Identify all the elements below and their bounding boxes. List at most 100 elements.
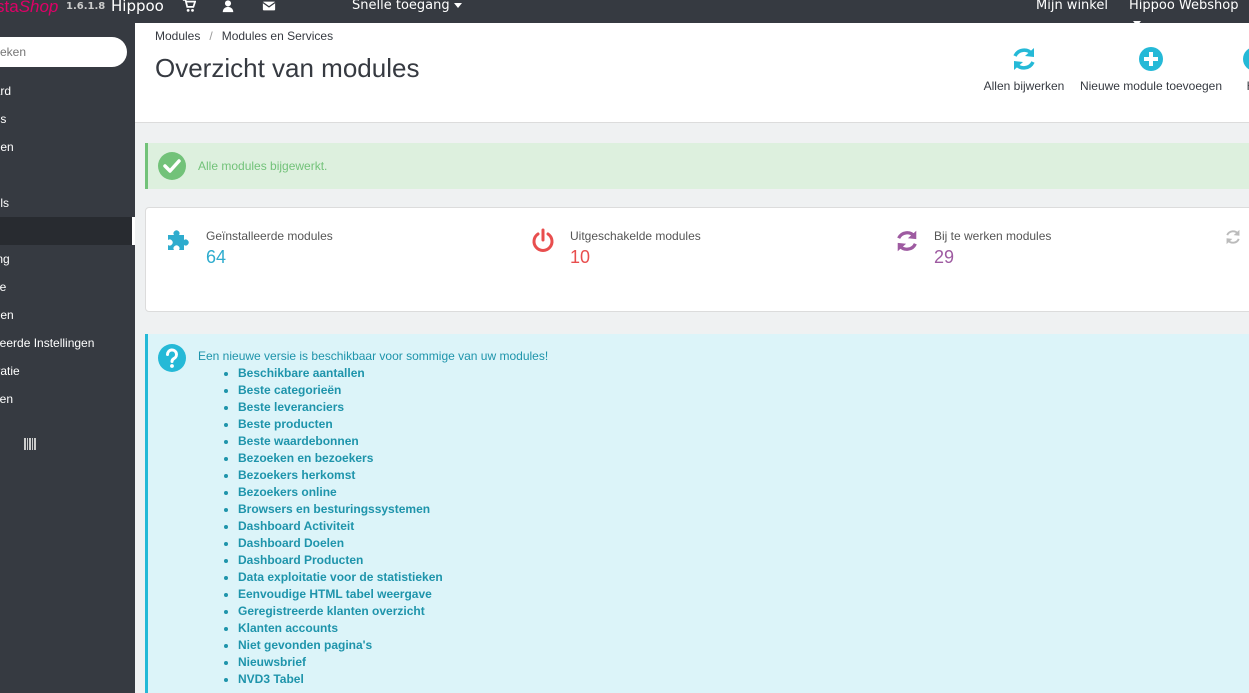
sidebar-item-administratie[interactable]: stratie [0, 357, 135, 385]
module-link[interactable]: Bezoekers herkomst [238, 468, 355, 482]
sidebar-item-label: gus [0, 112, 7, 126]
module-link[interactable]: Eenvoudige HTML tabel weergave [238, 587, 432, 601]
cart-icon[interactable] [182, 0, 198, 15]
list-item: Data exploitatie voor de statistieken [238, 569, 443, 586]
refresh-all-button[interactable]: Allen bijwerken [974, 45, 1074, 93]
list-item: Bezoekers online [238, 484, 443, 501]
sidebar-item-klanten[interactable]: n [0, 161, 135, 189]
kpi-panel: Geïnstalleerde modules 64 Uitgeschakelde… [145, 207, 1249, 312]
module-link[interactable]: Browsers en besturingssystemen [238, 502, 430, 516]
sidebar-item-dashboard[interactable]: oard [0, 77, 135, 105]
logo-text-part2: Shop [18, 0, 59, 16]
kpi-value: 29 [934, 247, 955, 267]
question-circle-icon [158, 344, 186, 372]
list-item: Dashboard Producten [238, 552, 443, 569]
module-link[interactable]: Dashboard Doelen [238, 536, 344, 550]
help-icon [1243, 48, 1249, 70]
module-link[interactable]: Beste categorieën [238, 383, 341, 397]
success-alert-text: Alle modules bijgewerkt. [198, 159, 328, 173]
sidebar-item-lokalisatie[interactable]: atie [0, 273, 135, 301]
quick-access-label: Snelle toegang [352, 0, 450, 13]
sidebar-item-instellingen[interactable]: ngen [0, 301, 135, 329]
sidebar-item-label: oard [0, 84, 12, 98]
sidebar-item-modules[interactable]: es [0, 217, 135, 245]
sidebar-item-label: ngen [0, 140, 14, 154]
sidebar-item-label: gels [0, 196, 10, 210]
page-header: Modules / Modules en Services Overzicht va… [135, 23, 1249, 123]
sidebar-item-label: nceerde Instellingen [0, 336, 95, 350]
sidebar-item-verzending[interactable]: ding [0, 245, 135, 273]
list-item: Beste categorieën [238, 382, 443, 399]
my-store-link[interactable]: Mijn winkel [1036, 0, 1108, 15]
module-link[interactable]: Dashboard Producten [238, 553, 363, 567]
sidebar-item-label: stratie [0, 364, 20, 378]
list-item: Beste producten [238, 416, 443, 433]
kpi-value: 64 [206, 247, 227, 267]
add-module-label: Nieuwe module toevoegen [1079, 79, 1223, 93]
refresh-all-label: Allen bijwerken [983, 79, 1065, 93]
breadcrumb-separator: / [209, 29, 213, 43]
list-item: Nieuwsbrief [238, 654, 443, 671]
prestashop-logo[interactable]: staShop [0, 0, 58, 17]
add-module-button[interactable]: Nieuwe module toevoegen [1075, 45, 1227, 93]
modules-to-update-list: Beschikbare aantallen Beste categorieën Be… [220, 365, 443, 688]
list-item: Bezoeken en bezoekers [238, 450, 443, 467]
kpi-label: Geïnstalleerde modules [206, 229, 333, 243]
shop-name[interactable]: Hippoo [111, 0, 164, 16]
collapse-menu-icon[interactable] [24, 438, 38, 452]
help-button[interactable]: H [1241, 45, 1249, 93]
quick-access-dropdown[interactable]: Snelle toegang [352, 0, 462, 15]
sidebar-search-input[interactable] [0, 37, 127, 67]
list-item: Klanten accounts [238, 620, 443, 637]
sidebar-menu: oard gus ngen n gels es ding atie ngen n… [0, 77, 135, 413]
module-link[interactable]: Niet gevonden pagina's [238, 638, 372, 652]
sidebar-item-geavanceerde-instellingen[interactable]: nceerde Instellingen [0, 329, 135, 357]
check-circle-icon [158, 152, 186, 180]
module-link[interactable]: NVD3 Tabel [238, 672, 304, 686]
list-item: Browsers en besturingssystemen [238, 501, 443, 518]
top-header: staShop 1.6.1.8 Hippoo Snelle toegang Mi… [0, 0, 1249, 26]
sidebar-item-label: ding [0, 252, 10, 266]
kpi-value: 10 [570, 247, 591, 267]
sidebar-item-prijsregels[interactable]: gels [0, 189, 135, 217]
module-link[interactable]: Nieuwsbrief [238, 655, 306, 669]
sidebar-item-bestellingen[interactable]: ngen [0, 133, 135, 161]
breadcrumb-item[interactable]: Modules en Services [222, 29, 333, 43]
module-link[interactable]: Geregistreerde klanten overzicht [238, 604, 425, 618]
module-link[interactable]: Beste producten [238, 417, 333, 431]
module-link[interactable]: Beste waardebonnen [238, 434, 359, 448]
sidebar-item-statistieken[interactable]: eken [0, 385, 135, 413]
list-item: Geregistreerde klanten overzicht [238, 603, 443, 620]
power-icon [532, 228, 554, 252]
module-link[interactable]: Beschikbare aantallen [238, 366, 365, 380]
list-item: Beste leveranciers [238, 399, 443, 416]
module-link[interactable]: Klanten accounts [238, 621, 338, 635]
module-link[interactable]: Data exploitatie voor de statistieken [238, 570, 443, 584]
update-info-alert: Een nieuwe versie is beschikbaar voor so… [145, 334, 1249, 693]
breadcrumb-item[interactable]: Modules [155, 29, 200, 43]
module-link[interactable]: Bezoekers online [238, 485, 337, 499]
list-item: Eenvoudige HTML tabel weergave [238, 586, 443, 603]
list-item: Beste waardebonnen [238, 433, 443, 450]
kpi-label: Uitgeschakelde modules [570, 229, 701, 243]
sidebar: oard gus ngen n gels es ding atie ngen n… [0, 23, 135, 693]
module-link[interactable]: Dashboard Activiteit [238, 519, 354, 533]
module-link[interactable]: Beste leveranciers [238, 400, 344, 414]
refresh-icon [1013, 48, 1035, 70]
list-item: Niet gevonden pagina's [238, 637, 443, 654]
module-link[interactable]: Bezoeken en bezoekers [238, 451, 373, 465]
success-alert: Alle modules bijgewerkt. [145, 143, 1249, 189]
list-item: Dashboard Activiteit [238, 518, 443, 535]
sidebar-item-catalogus[interactable]: gus [0, 105, 135, 133]
breadcrumb: Modules / Modules en Services [155, 29, 333, 43]
refresh-kpi-icon[interactable] [1224, 228, 1242, 246]
sidebar-item-label: atie [0, 280, 7, 294]
kpi-label: Bij te werken modules [934, 229, 1052, 243]
plus-circle-icon [1139, 47, 1163, 71]
update-info-text: Een nieuwe versie is beschikbaar voor so… [198, 349, 549, 363]
sidebar-item-label: ngen [0, 308, 14, 322]
envelope-icon[interactable] [262, 0, 278, 15]
list-item: NVD3 Tabel [238, 671, 443, 688]
user-icon[interactable] [221, 0, 237, 15]
list-item: Dashboard Doelen [238, 535, 443, 552]
